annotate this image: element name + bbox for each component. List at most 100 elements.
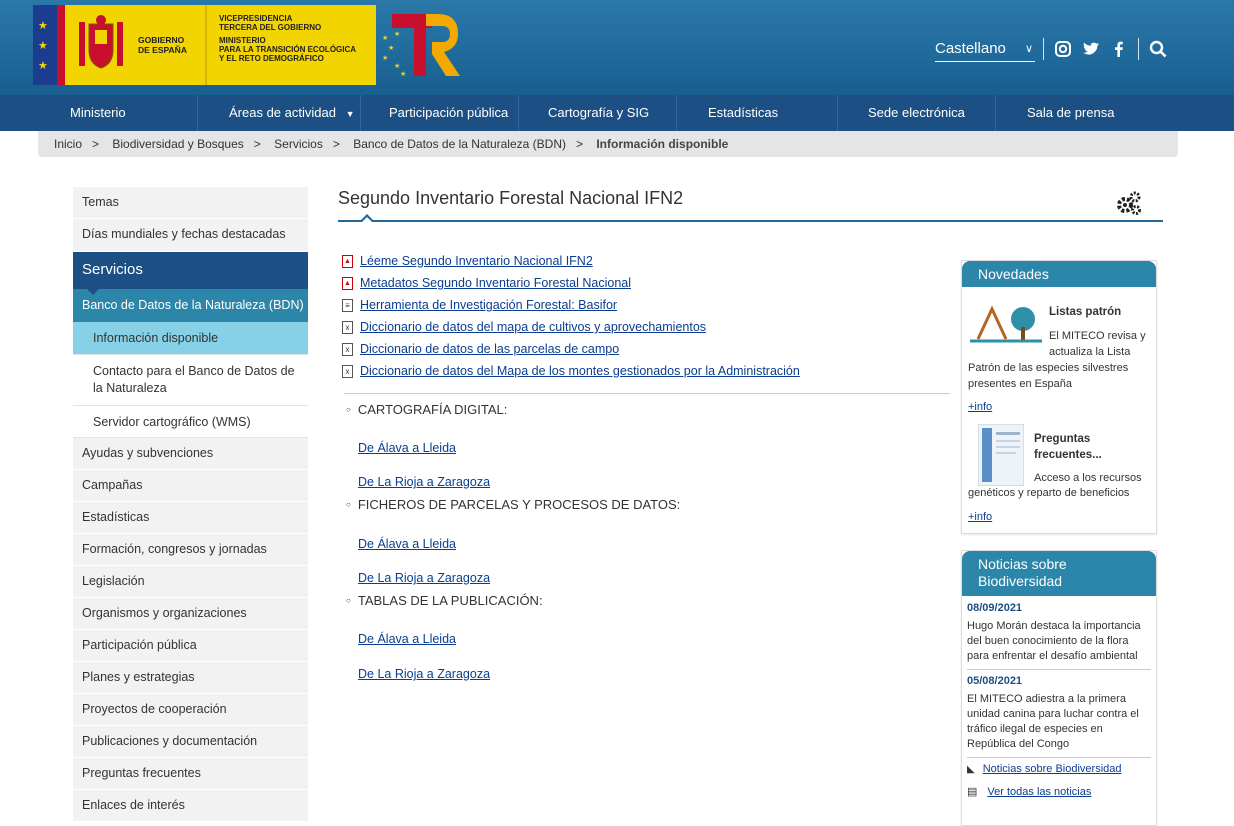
news-item-link[interactable]: Hugo Morán destaca la importancia del bu… [967,619,1151,664]
nav-sala-prensa[interactable]: Sala de prensa [1027,95,1114,131]
news-item-link[interactable]: El MITECO adiestra a la primera unidad c… [967,692,1151,752]
sidebar-item-bdn[interactable]: Banco de Datos de la Naturaleza (BDN) [73,289,308,322]
ver-todas-noticias-link[interactable]: Ver todas las noticias [987,786,1091,798]
sidebar-subitem-contacto[interactable]: Contacto para el Banco de Datos de la Na… [73,355,308,406]
breadcrumb-servicios[interactable]: Servicios [274,137,323,151]
zip-icon: ≡ [342,298,353,312]
bullet-icon: ○ [346,405,351,414]
nav-estadisticas[interactable]: Estadísticas [708,95,778,131]
sidebar-item-legislacion[interactable]: Legislación [73,566,308,598]
breadcrumb-current: Información disponible [596,137,729,151]
svg-text:★: ★ [394,62,400,70]
nav-areas-actividad[interactable]: Áreas de actividad ▼ [229,95,355,131]
sidebar-item-estadisticas[interactable]: Estadísticas [73,502,308,534]
doc-link-basifor[interactable]: Herramienta de Investigación Forestal: B… [360,298,617,312]
eu-flag-band: ★ ★ ★ [33,5,57,85]
faq-document-thumbnail [978,424,1024,486]
newspaper-icon: ▤ [967,786,978,798]
sidebar-item-proyectos[interactable]: Proyectos de cooperación [73,694,308,726]
news-date: 08/09/2021 [967,602,1023,614]
ministry-text: VICEPRESIDENCIA TERCERA DEL GOBIERNO MIN… [219,14,357,63]
section-ficheros: ○ FICHEROS DE PARCELAS Y PROCESOS DE DATO… [346,497,681,512]
bullet-icon: ○ [346,500,351,509]
link-tablas-alava-lleida[interactable]: De Álava a Lleida [358,632,456,646]
doc-item: ▲ Metadatos Segundo Inventario Forestal N… [342,272,952,294]
sidebar-item-planes[interactable]: Planes y estrategias [73,662,308,694]
novedad-heading-preguntas[interactable]: Preguntas frecuentes... [1034,431,1114,463]
breadcrumb-biodiversidad[interactable]: Biodiversidad y Bosques [112,137,243,151]
sidebar-subitem-wms[interactable]: Servidor cartográfico (WMS) [73,406,308,438]
excel-icon: x [342,320,353,334]
link-cartografia-alava-lleida[interactable]: De Álava a Lleida [358,441,456,455]
svg-text:★: ★ [382,34,388,42]
facebook-icon[interactable] [1110,40,1128,58]
pdf-icon: ▲ [342,276,353,290]
sidebar-item-participacion[interactable]: Participación pública [73,630,308,662]
novedad-heading-listas[interactable]: Listas patrón [1049,304,1121,320]
sidebar-item-ayudas[interactable]: Ayudas y subvenciones [73,438,308,470]
language-select[interactable]: Castellano ∨ [935,40,1035,62]
doc-item: ≡ Herramienta de Investigación Forestal: … [342,294,952,316]
svg-text:★: ★ [394,30,400,38]
site-header: ★ ★ ★ GOBIERNO DE ESPAÑA VICEPRESIDENCIA T… [0,0,1234,95]
doc-link-metadatos[interactable]: Metadatos Segundo Inventario Forestal Na… [360,276,631,290]
sidebar-item-preguntas[interactable]: Preguntas frecuentes [73,758,308,790]
sidebar-item-publicaciones[interactable]: Publicaciones y documentación [73,726,308,758]
link-tablas-rioja-zaragoza[interactable]: De La Rioja a Zaragoza [358,667,490,681]
noticias-title: Noticias sobre Biodiversidad [962,551,1156,596]
title-underline [338,220,1163,222]
search-icon[interactable] [1149,40,1167,58]
coat-of-arms-icon [79,15,123,69]
doc-link-dic-montes[interactable]: Diccionario de datos del Mapa de los mon… [360,364,800,378]
main-nav: Ministerio Áreas de actividad ▼ Particip… [0,95,1234,131]
novedad-more-link[interactable]: +info [968,511,992,523]
sidebar-item-formacion[interactable]: Formación, congresos y jornadas [73,534,308,566]
instagram-icon[interactable] [1054,40,1072,58]
svg-text:★: ★ [382,54,388,62]
recovery-plan-logo[interactable]: ★★★★★★ [380,10,460,80]
doc-item: x Diccionario de datos del mapa de cultiv… [342,316,952,338]
divider [344,393,950,394]
sidebar-item-temas[interactable]: Temas [73,187,308,219]
breadcrumb-bdn[interactable]: Banco de Datos de la Naturaleza (BDN) [353,137,566,151]
doc-item: ▲ Léeme Segundo Inventario Nacional IFN2 [342,250,952,272]
sidebar-subitem-informacion[interactable]: Información disponible [73,322,308,355]
svg-text:★: ★ [388,44,394,52]
government-logo[interactable]: ★ ★ ★ GOBIERNO DE ESPAÑA VICEPRESIDENCIA T… [33,5,376,85]
sidebar-item-enlaces[interactable]: Enlaces de interés [73,790,308,822]
doc-link-dic-parcelas[interactable]: Diccionario de datos de las parcelas de … [360,342,619,356]
doc-item: x Diccionario de datos de las parcelas de… [342,338,952,360]
chevron-down-icon: ∨ [1024,43,1033,55]
excel-icon: x [342,364,353,378]
nav-sede[interactable]: Sede electrónica [868,95,965,131]
document-list: ▲ Léeme Segundo Inventario Nacional IFN2 … [342,250,952,382]
settings-gears-icon[interactable] [1116,190,1142,216]
link-ficheros-alava-lleida[interactable]: De Álava a Lleida [358,537,456,551]
doc-link-dic-cultivos[interactable]: Diccionario de datos del mapa de cultivo… [360,320,706,334]
breadcrumb-inicio[interactable]: Inicio [54,137,82,151]
novedades-title: Novedades [962,261,1156,287]
caret-down-icon: ▼ [345,109,355,119]
bullet-icon: ○ [346,596,351,605]
nav-participacion[interactable]: Participación pública [389,95,508,131]
sidebar-item-dias-mundiales[interactable]: Días mundiales y fechas destacadas [73,219,308,252]
section-cartografia: ○ CARTOGRAFÍA DIGITAL: [346,402,508,417]
doc-item: x Diccionario de datos del Mapa de los mo… [342,360,952,382]
sidebar: Temas Días mundiales y fechas destacadas… [73,187,308,822]
link-cartografia-rioja-zaragoza[interactable]: De La Rioja a Zaragoza [358,475,490,489]
doc-link-leeme[interactable]: Léeme Segundo Inventario Nacional IFN2 [360,254,593,268]
noticias-box: Noticias sobre Biodiversidad 08/09/2021 … [961,550,1157,826]
nav-ministerio[interactable]: Ministerio [70,95,126,131]
twitter-icon[interactable] [1082,40,1100,58]
sidebar-item-servicios[interactable]: Servicios [73,252,308,295]
breadcrumb: Inicio > Biodiversidad y Bosques > Servici… [38,131,1178,157]
news-date: 05/08/2021 [967,675,1023,687]
sidebar-item-campanas[interactable]: Campañas [73,470,308,502]
sidebar-item-organismos[interactable]: Organismos y organizaciones [73,598,308,630]
novedad-more-link[interactable]: +info [968,401,992,413]
link-ficheros-rioja-zaragoza[interactable]: De La Rioja a Zaragoza [358,571,490,585]
noticias-biodiversidad-link[interactable]: Noticias sobre Biodiversidad [983,763,1122,775]
rss-icon: ◣ [967,763,975,775]
nav-cartografia[interactable]: Cartografía y SIG [548,95,649,131]
pdf-icon: ▲ [342,254,353,268]
